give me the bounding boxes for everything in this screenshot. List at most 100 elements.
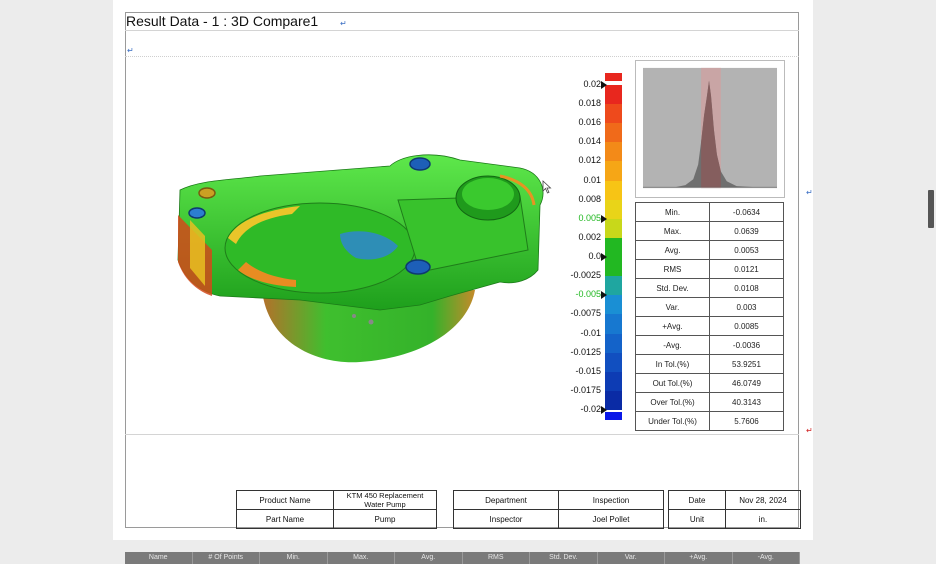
part-hole [198, 187, 216, 199]
legend-tick-label: 0.014 [578, 136, 601, 147]
legend-marker-icon [601, 291, 607, 300]
part-boss-top [462, 178, 514, 210]
paragraph-mark: ↵ [340, 19, 347, 28]
stat-row: Out Tol.(%) 46.0749 [635, 373, 784, 393]
department-info-table: Department Inspection Inspector Joel Pol… [453, 490, 664, 529]
legend-color-segment [605, 218, 622, 239]
stat-row: -Avg. -0.0036 [635, 335, 784, 355]
divider [125, 56, 799, 57]
stat-label: RMS [635, 259, 710, 279]
stat-value: -0.0036 [709, 335, 784, 355]
stat-label: Out Tol.(%) [635, 373, 710, 393]
legend-color-segment [605, 314, 622, 335]
department-label: Department [453, 490, 559, 510]
table-header-cell: RMS [463, 552, 530, 564]
stat-row: Var. 0.003 [635, 297, 784, 317]
legend-color-segment [605, 295, 622, 315]
department-value: Inspection [558, 490, 664, 510]
stat-label: Avg. [635, 240, 710, 260]
legend-color-segment [605, 180, 622, 201]
3d-compare-part-view[interactable] [160, 150, 560, 370]
stat-label: Over Tol.(%) [635, 392, 710, 412]
stat-label: Under Tol.(%) [635, 411, 710, 431]
product-name-value: KTM 450 Replacement Water Pump [333, 490, 437, 510]
date-value: Nov 28, 2024 [725, 490, 801, 510]
stat-row: Max. 0.0639 [635, 221, 784, 241]
inspector-value: Joel Pollet [558, 509, 664, 529]
part-name-label: Part Name [236, 509, 334, 529]
legend-color-segment [605, 237, 622, 258]
table-header-cell: Var. [598, 552, 665, 564]
legend-color-segment [605, 257, 622, 277]
part-hole [188, 207, 206, 219]
mouse-cursor-icon [542, 180, 552, 194]
stat-value: 53.9251 [709, 354, 784, 374]
legend-tick-label: 0.018 [578, 98, 601, 109]
deviation-histogram [635, 60, 785, 198]
part-hole [405, 259, 431, 275]
stat-label: Std. Dev. [635, 278, 710, 298]
stat-label: +Avg. [635, 316, 710, 336]
part-hole [409, 157, 431, 171]
legend-color-segment [605, 199, 622, 220]
stat-value: 0.0121 [709, 259, 784, 279]
legend-tick-label: -0.02 [580, 404, 601, 414]
table-header-cell: +Avg. [665, 552, 733, 564]
legend-color-segment [605, 142, 622, 162]
legend-marker-icon [601, 253, 607, 262]
legend-marker-icon [601, 81, 607, 89]
legend-color-segment [605, 352, 622, 373]
next-table-header: Name # Of Points Min. Max. Avg. RMS Std. Dev. V… [125, 552, 800, 564]
legend-color-segment [605, 390, 622, 411]
legend-bottom-cap [605, 412, 622, 420]
product-name-label: Product Name [236, 490, 334, 510]
paragraph-mark: ↵ [127, 46, 134, 55]
legend-tick-label: 0.016 [578, 117, 601, 128]
stat-label: Max. [635, 221, 710, 241]
legend-color-segment [605, 85, 622, 105]
stat-value: 40.3143 [709, 392, 784, 412]
legend-color-segment [605, 104, 622, 124]
stat-row: RMS 0.0121 [635, 259, 784, 279]
legend-tick-label: 0.0 [588, 251, 601, 262]
part-name-value: Pump [333, 509, 437, 529]
stat-label: Var. [635, 297, 710, 317]
statistics-table: Min. -0.0634 Max. 0.0639 Avg. 0.0053 RMS 0.0121… [635, 202, 784, 431]
unit-value: in. [725, 509, 801, 529]
legend-tick-label: -0.005 [575, 289, 601, 300]
stat-row: In Tol.(%) 53.9251 [635, 354, 784, 374]
divider [125, 434, 799, 435]
legend-tick-label: 0.002 [578, 231, 601, 242]
page-title: Result Data - 1 : 3D Compare1 [126, 13, 319, 29]
legend-tick-label: -0.0125 [570, 346, 601, 357]
stat-value: 0.003 [709, 297, 784, 317]
deviation-color-legend: 0.02 0.018 0.016 0.014 0.012 0.01 0.008 0.005 0.… [560, 70, 635, 420]
table-header-cell: Name [125, 552, 193, 564]
legend-tick-label: 0.005 [578, 212, 601, 223]
stat-label: In Tol.(%) [635, 354, 710, 374]
stat-row: Std. Dev. 0.0108 [635, 278, 784, 298]
stat-label: -Avg. [635, 335, 710, 355]
stat-value: 0.0108 [709, 278, 784, 298]
legend-marker-icon [601, 214, 607, 223]
vertical-scrollbar-thumb[interactable] [928, 190, 934, 228]
table-header-cell: # Of Points [193, 552, 260, 564]
paragraph-mark: ↵ [806, 188, 813, 197]
table-header-cell: Max. [328, 552, 395, 564]
legend-tick-label: 0.012 [578, 155, 601, 166]
date-info-table: Date Nov 28, 2024 Unit in. [668, 490, 801, 529]
legend-top-cap [605, 73, 622, 81]
legend-tick-label: -0.015 [575, 365, 601, 376]
stat-value: 5.7606 [709, 411, 784, 431]
stat-value: 0.0639 [709, 221, 784, 241]
date-label: Date [668, 490, 726, 510]
legend-color-segment [605, 123, 622, 143]
table-header-cell: Std. Dev. [530, 552, 598, 564]
legend-color-segment [605, 371, 622, 392]
stat-value: 0.0085 [709, 316, 784, 336]
unit-label: Unit [668, 509, 726, 529]
legend-color-segment [605, 161, 622, 182]
stat-row: Over Tol.(%) 40.3143 [635, 392, 784, 412]
table-header-cell: Min. [260, 552, 328, 564]
stat-value: 0.0053 [709, 240, 784, 260]
